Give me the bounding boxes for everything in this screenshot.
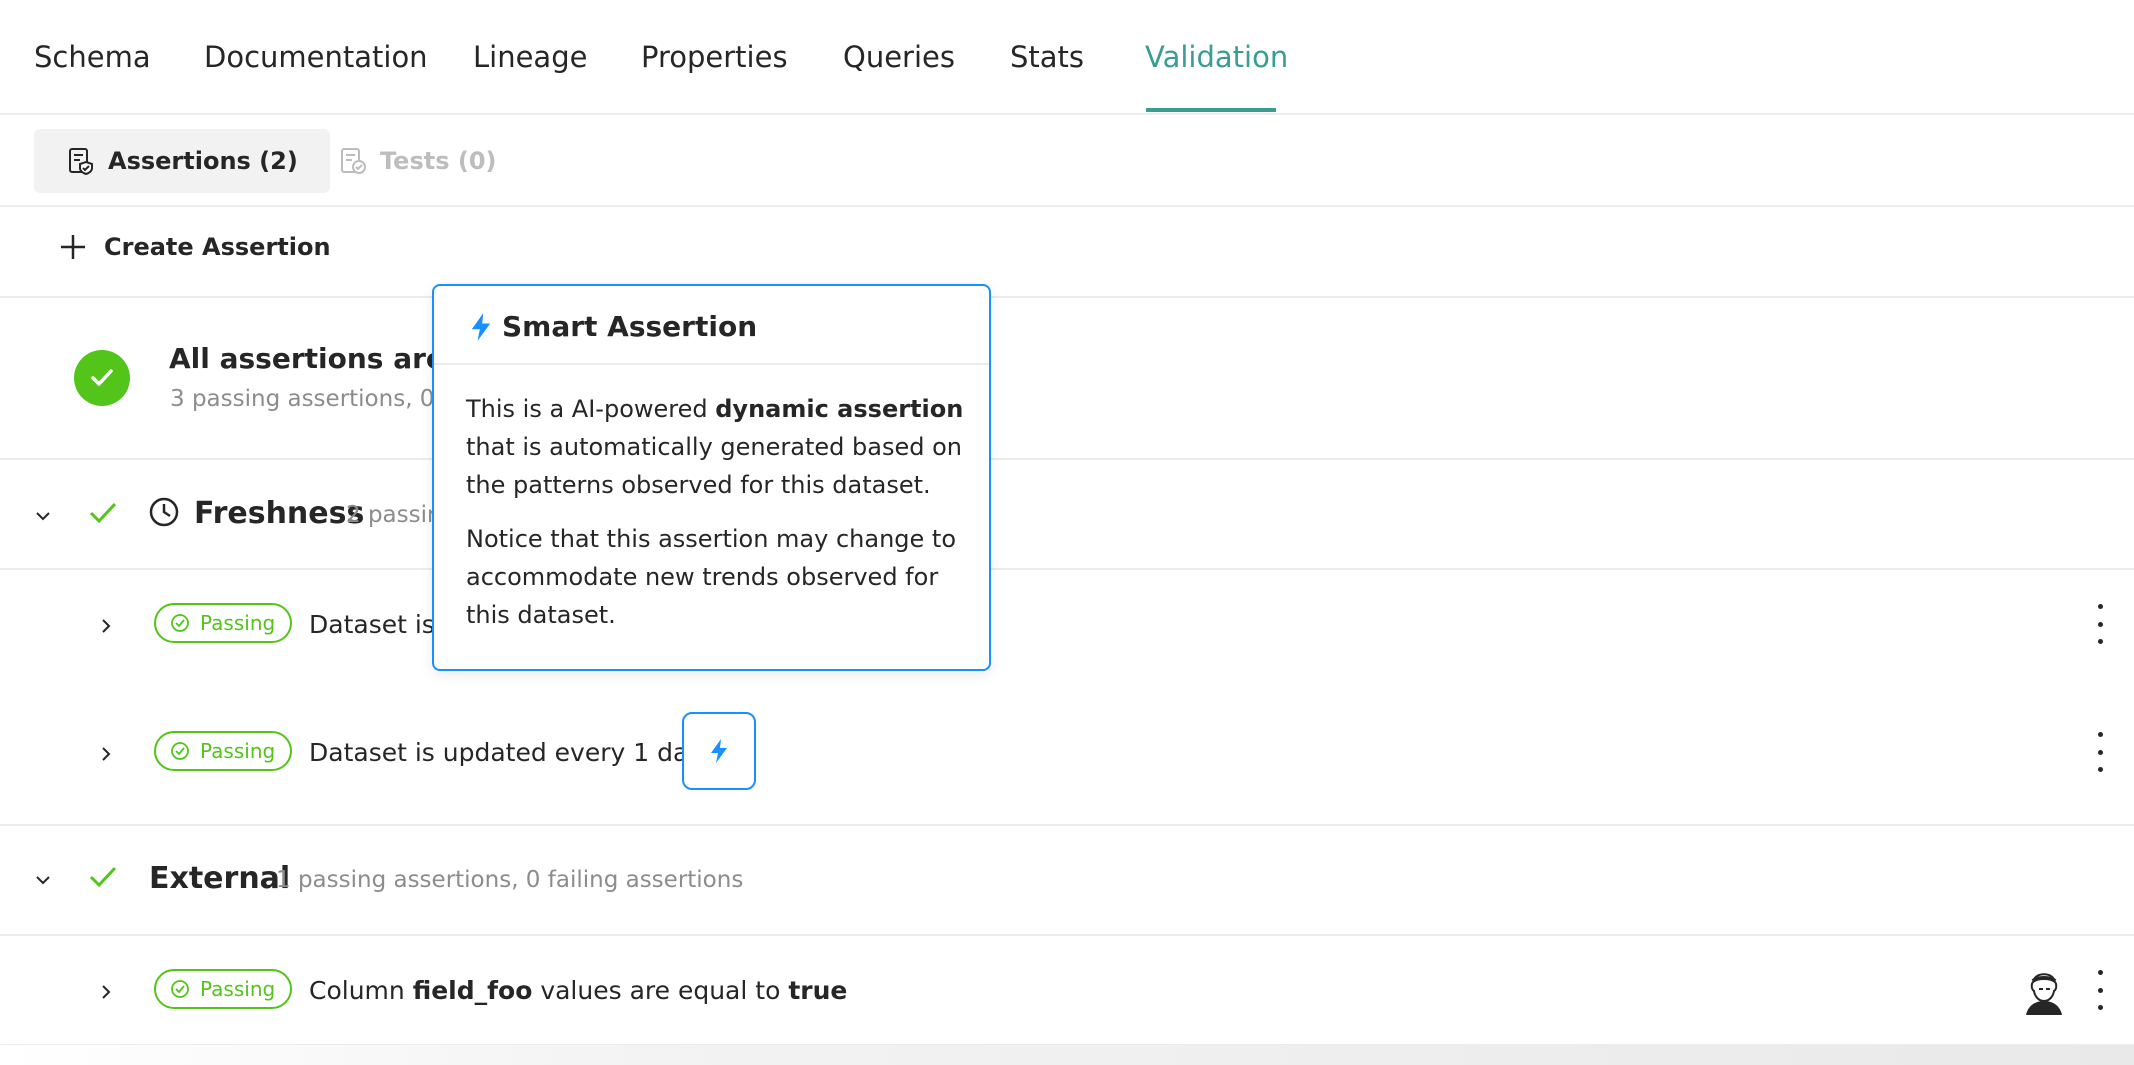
status-badge: Passing	[154, 603, 292, 643]
group-subtitle-freshness: 2 passin	[346, 502, 442, 528]
subtab-tests-label: Tests (0)	[380, 147, 497, 175]
chevron-right-icon[interactable]	[98, 746, 114, 762]
entity-tabs-bar: Schema Documentation Lineage Properties …	[0, 0, 2134, 115]
assertion-row[interactable]: Passing Dataset is updated every 1 days	[0, 690, 2134, 826]
tab-documentation[interactable]: Documentation	[204, 40, 428, 74]
chevron-right-icon[interactable]	[98, 984, 114, 1000]
more-vertical-icon[interactable]	[2090, 732, 2110, 772]
text-prefix: Column	[309, 976, 413, 1005]
status-badge-label: Passing	[200, 977, 276, 1001]
tab-lineage[interactable]: Lineage	[473, 40, 587, 74]
more-vertical-icon[interactable]	[2090, 604, 2110, 644]
assertion-row[interactable]: Passing Dataset is u	[0, 562, 2134, 688]
popover-body: This is a AI-powered dynamic assertion t…	[466, 390, 966, 650]
tab-validation[interactable]: Validation	[1145, 40, 1288, 74]
test-doc-icon	[341, 148, 366, 174]
summary-subtitle: 3 passing assertions, 0	[170, 386, 435, 412]
check-circle-icon	[171, 742, 189, 760]
check-icon	[89, 866, 117, 888]
subtab-tests[interactable]: Tests (0)	[306, 129, 529, 193]
tab-schema[interactable]: Schema	[34, 40, 151, 74]
chevron-right-icon[interactable]	[98, 618, 114, 634]
check-circle-icon	[74, 350, 130, 406]
bottom-divider	[0, 1044, 2134, 1065]
popover-emphasis: dynamic assertion	[715, 395, 964, 423]
popover-text: that is automatically generated based on…	[466, 433, 962, 499]
assertion-description: Column field_foo values are equal to tru…	[309, 976, 847, 1005]
status-badge: Passing	[154, 731, 292, 771]
create-assertion-button[interactable]: Create Assertion	[58, 232, 331, 262]
assertion-description: Dataset is updated every 1 days	[309, 738, 717, 767]
group-header-external[interactable]: External 1 passing assertions, 0 failing…	[0, 826, 2134, 936]
active-tab-indicator	[1146, 108, 1276, 112]
group-title-freshness: Freshness	[194, 496, 365, 531]
chevron-down-icon[interactable]	[34, 871, 52, 889]
subtab-assertions[interactable]: Assertions (2)	[34, 129, 330, 193]
assertion-row[interactable]: Passing Column field_foo values are equa…	[0, 928, 2134, 1044]
tab-properties[interactable]: Properties	[641, 40, 788, 74]
chevron-down-icon[interactable]	[34, 507, 52, 525]
text-middle: values are equal to	[532, 976, 789, 1005]
group-header-freshness[interactable]: Freshness 2 passin	[0, 460, 2134, 570]
more-vertical-icon[interactable]	[2090, 970, 2110, 1010]
status-badge-label: Passing	[200, 611, 276, 635]
popover-paragraph: This is a AI-powered dynamic assertion t…	[466, 390, 966, 504]
smart-assertion-button[interactable]	[682, 712, 756, 790]
create-assertion-label: Create Assertion	[104, 233, 331, 261]
popover-header: Smart Assertion	[434, 286, 989, 365]
clock-icon	[149, 497, 179, 527]
field-name: field_foo	[412, 976, 533, 1005]
check-circle-icon	[171, 614, 189, 632]
avatar-icon[interactable]	[2022, 967, 2066, 1015]
popover-text: This is a AI-powered	[466, 395, 716, 423]
plus-icon	[61, 235, 85, 259]
group-title-external: External	[149, 861, 291, 896]
validation-subtabs: Assertions (2) Tests (0)	[0, 115, 2134, 207]
status-badge-label: Passing	[200, 739, 276, 763]
tab-stats[interactable]: Stats	[1010, 40, 1084, 74]
popover-title: Smart Assertion	[502, 310, 758, 343]
tab-queries[interactable]: Queries	[843, 40, 955, 74]
create-assertion-row: Create Assertion	[0, 207, 2134, 298]
assertion-doc-icon	[69, 148, 93, 176]
bolt-icon	[471, 313, 491, 341]
smart-assertion-popover: Smart Assertion This is a AI-powered dyn…	[432, 284, 991, 671]
check-icon	[89, 502, 117, 524]
check-circle-icon	[171, 980, 189, 998]
popover-paragraph: Notice that this assertion may change to…	[466, 525, 957, 629]
group-subtitle-external: 1 passing assertions, 0 failing assertio…	[276, 867, 744, 893]
subtab-assertions-label: Assertions (2)	[108, 147, 298, 175]
bolt-icon	[711, 739, 727, 763]
expected-value: true	[788, 976, 848, 1005]
status-badge: Passing	[154, 969, 292, 1009]
assertions-summary: All assertions are pa 3 passing assertio…	[0, 298, 2134, 460]
